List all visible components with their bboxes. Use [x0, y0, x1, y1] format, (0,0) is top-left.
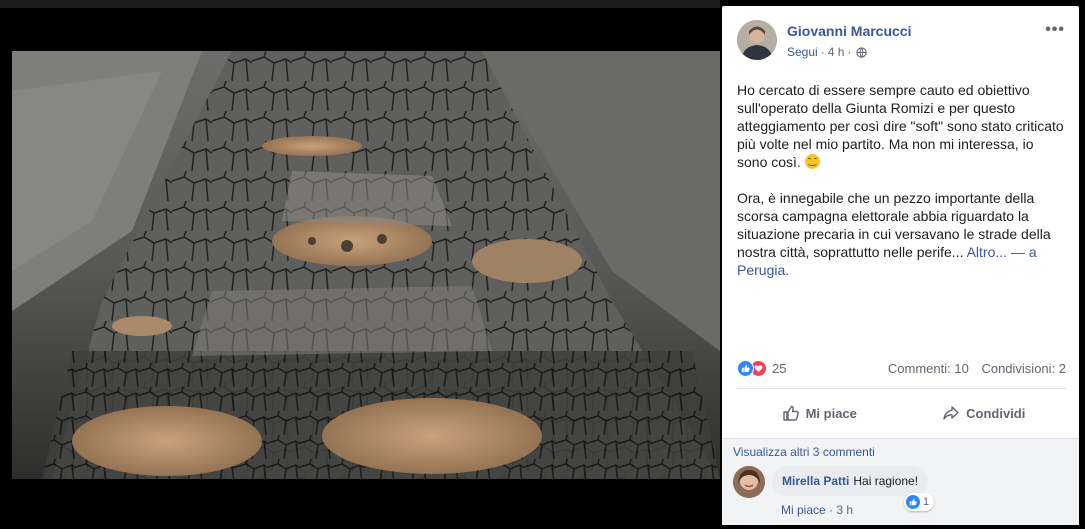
post-paragraph-2: Ora, è innegabile che un pezzo important… [737, 190, 1051, 278]
share-button-label: Condividi [966, 405, 1026, 421]
author-avatar[interactable] [737, 20, 777, 60]
post-time[interactable]: 4 h [828, 45, 845, 59]
post-meta: Segui · 4 h · [787, 45, 868, 59]
like-button-label: Mi piace [805, 405, 857, 421]
post-photo[interactable] [12, 51, 720, 479]
shares-count[interactable]: Condivisioni: 2 [981, 361, 1066, 376]
top-strip [0, 0, 720, 8]
pothole-road-image [12, 51, 720, 479]
comment-meta: Mi piace · 3 h [781, 503, 853, 517]
share-arrow-icon [943, 406, 959, 420]
location-link[interactable]: Perugia. [737, 262, 789, 278]
reaction-icons[interactable] [737, 360, 771, 378]
reactions-row: 25 Commenti: 10 Condivisioni: 2 [737, 359, 1066, 379]
share-button[interactable]: Condividi [902, 396, 1067, 430]
divider [737, 388, 1066, 389]
post-actions: Mi piace Condividi [737, 396, 1066, 430]
comment-time[interactable]: 3 h [836, 503, 853, 517]
see-more-link[interactable]: Altro... [967, 244, 1007, 260]
like-reaction-icon [906, 495, 920, 509]
meta-separator: · [820, 45, 825, 59]
comments-count[interactable]: Commenti: 10 [888, 361, 969, 376]
reaction-count[interactable]: 25 [772, 361, 786, 376]
comment-bubble: Mirella Patti Hai ragione! [772, 466, 929, 496]
comment-text: Hai ragione! [853, 474, 919, 488]
follow-link[interactable]: Segui [787, 45, 818, 59]
thumbs-up-icon [782, 405, 799, 421]
view-more-comments-link[interactable]: Visualizza altri 3 commenti [733, 445, 875, 459]
more-options-icon[interactable]: ••• [1045, 22, 1065, 38]
meta-separator: · [829, 503, 834, 517]
post-text: Ho cercato di essere sempre cauto ed obi… [737, 81, 1067, 297]
comment-avatar[interactable] [733, 466, 765, 498]
author-name[interactable]: Giovanni Marcucci [787, 23, 911, 39]
meta-separator: · [847, 45, 852, 59]
globe-icon[interactable] [856, 46, 868, 58]
comments-section: Visualizza altri 3 commenti Mirella Patt… [722, 438, 1079, 525]
post-paragraph-1: Ho cercato di essere sempre cauto ed obi… [737, 82, 1064, 170]
like-button[interactable]: Mi piace [737, 396, 902, 430]
comment-author[interactable]: Mirella Patti [782, 474, 849, 488]
comment-like-link[interactable]: Mi piace [781, 503, 826, 517]
post-panel: Giovanni Marcucci Segui · 4 h · ••• Ho c… [722, 6, 1079, 525]
location-prefix: — a [1010, 244, 1037, 260]
engagement-counts: Commenti: 10 Condivisioni: 2 [888, 361, 1066, 376]
smile-emoji-icon [804, 154, 820, 169]
comment-like-count[interactable]: 1 [904, 493, 935, 511]
like-reaction-icon [737, 360, 754, 377]
